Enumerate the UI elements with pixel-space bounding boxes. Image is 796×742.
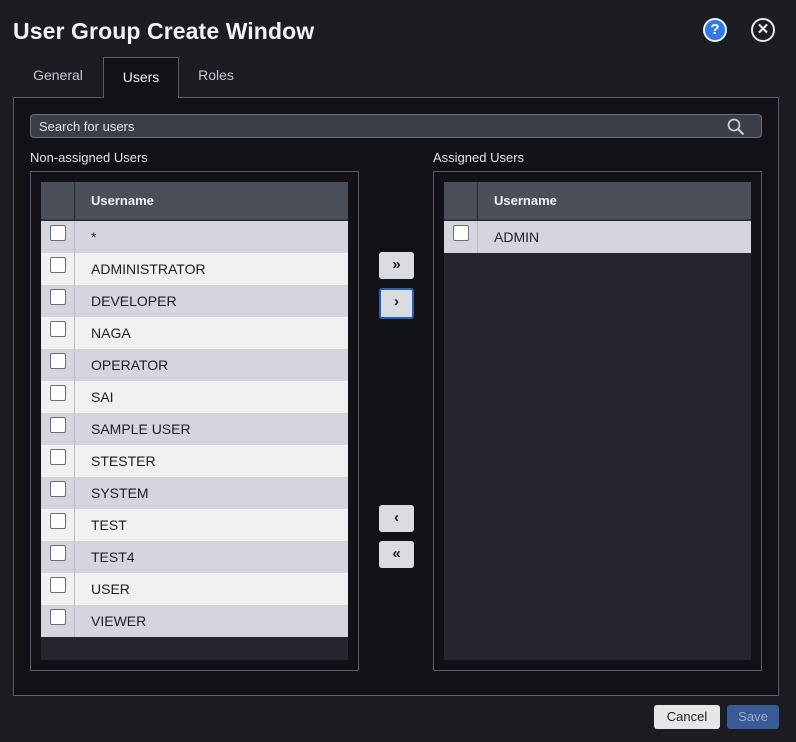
username-cell: ADMIN <box>494 229 540 245</box>
username-cell: TEST <box>91 517 127 533</box>
row-select-cell <box>444 221 478 253</box>
row-select-cell <box>41 317 75 349</box>
non-assigned-rows: * ADMINISTRATOR DEVELOPER NAGA OPERATOR SAI SA… <box>41 221 348 637</box>
tab-roles[interactable]: Roles <box>186 57 246 98</box>
table-header: Username <box>41 182 348 220</box>
row-checkbox[interactable] <box>50 321 66 337</box>
table-row[interactable]: * <box>41 221 348 253</box>
row-select-cell <box>41 573 75 605</box>
window-title: User Group Create Window <box>13 18 315 44</box>
row-select-cell <box>41 381 75 413</box>
row-checkbox[interactable] <box>50 385 66 401</box>
table-row[interactable]: ADMINISTRATOR <box>41 253 348 285</box>
username-column-header[interactable]: Username <box>494 193 557 208</box>
row-select-cell <box>41 349 75 381</box>
table-row[interactable]: DEVELOPER <box>41 285 348 317</box>
row-checkbox[interactable] <box>50 225 66 241</box>
username-cell: VIEWER <box>91 613 147 629</box>
username-cell: DEVELOPER <box>91 293 177 309</box>
move-right-button[interactable]: › <box>379 288 414 319</box>
username-cell: SAMPLE USER <box>91 421 191 437</box>
table-row[interactable]: SAMPLE USER <box>41 413 348 445</box>
row-checkbox[interactable] <box>50 289 66 305</box>
row-checkbox[interactable] <box>50 609 66 625</box>
help-icon: ? <box>710 21 720 38</box>
row-select-cell <box>41 477 75 509</box>
cancel-button[interactable]: Cancel <box>654 705 720 729</box>
close-icon: ✕ <box>756 21 770 38</box>
help-button[interactable]: ? <box>703 18 727 42</box>
chevron-left-icon: ‹ <box>394 509 399 526</box>
table-row[interactable]: OPERATOR <box>41 349 348 381</box>
double-chevron-right-icon: » <box>392 256 401 273</box>
row-checkbox[interactable] <box>50 417 66 433</box>
search-input[interactable]: Search for users <box>30 114 762 138</box>
username-cell: SYSTEM <box>91 485 149 501</box>
non-assigned-users-label: Non-assigned Users <box>30 150 148 165</box>
row-checkbox[interactable] <box>50 545 66 561</box>
username-cell: TEST4 <box>91 549 135 565</box>
table-row[interactable]: USER <box>41 573 348 605</box>
chevron-right-icon: › <box>394 293 399 310</box>
row-checkbox[interactable] <box>50 577 66 593</box>
move-all-left-button[interactable]: « <box>379 541 414 568</box>
username-cell: SAI <box>91 389 114 405</box>
search-icon[interactable] <box>727 118 745 141</box>
row-select-cell <box>41 445 75 477</box>
row-select-cell <box>41 413 75 445</box>
double-chevron-left-icon: « <box>392 545 401 562</box>
table-row[interactable]: VIEWER <box>41 605 348 637</box>
non-assigned-users-table: Username * ADMINISTRATOR DEVELOPER NAGA OPER… <box>41 182 348 660</box>
assigned-rows: ADMIN <box>444 221 751 253</box>
select-column-header <box>444 182 478 220</box>
table-row[interactable]: ADMIN <box>444 221 751 253</box>
username-cell: OPERATOR <box>91 357 169 373</box>
username-column-header[interactable]: Username <box>91 193 154 208</box>
row-select-cell <box>41 221 75 253</box>
table-row[interactable]: SYSTEM <box>41 477 348 509</box>
move-left-button[interactable]: ‹ <box>379 505 414 532</box>
select-column-header <box>41 182 75 220</box>
row-select-cell <box>41 253 75 285</box>
assigned-users-table: Username ADMIN <box>444 182 751 660</box>
row-select-cell <box>41 541 75 573</box>
row-checkbox[interactable] <box>50 353 66 369</box>
row-checkbox[interactable] <box>50 449 66 465</box>
table-row[interactable]: TEST <box>41 509 348 541</box>
row-checkbox[interactable] <box>453 225 469 241</box>
move-all-right-button[interactable]: » <box>379 252 414 279</box>
table-row[interactable]: TEST4 <box>41 541 348 573</box>
row-checkbox[interactable] <box>50 481 66 497</box>
row-checkbox[interactable] <box>50 257 66 273</box>
table-row[interactable]: NAGA <box>41 317 348 349</box>
table-row[interactable]: STESTER <box>41 445 348 477</box>
table-header: Username <box>444 182 751 220</box>
row-select-cell <box>41 509 75 541</box>
tab-general[interactable]: General <box>20 57 96 98</box>
row-select-cell <box>41 605 75 637</box>
assigned-users-label: Assigned Users <box>433 150 525 165</box>
table-row[interactable]: SAI <box>41 381 348 413</box>
username-cell: * <box>91 229 97 245</box>
username-cell: ADMINISTRATOR <box>91 261 206 277</box>
row-checkbox[interactable] <box>50 513 66 529</box>
save-button[interactable]: Save <box>727 705 779 729</box>
tab-users[interactable]: Users <box>103 57 179 98</box>
username-cell: STESTER <box>91 453 156 469</box>
username-cell: USER <box>91 581 130 597</box>
row-select-cell <box>41 285 75 317</box>
search-placeholder: Search for users <box>39 119 135 134</box>
username-cell: NAGA <box>91 325 131 341</box>
close-button[interactable]: ✕ <box>751 18 775 42</box>
